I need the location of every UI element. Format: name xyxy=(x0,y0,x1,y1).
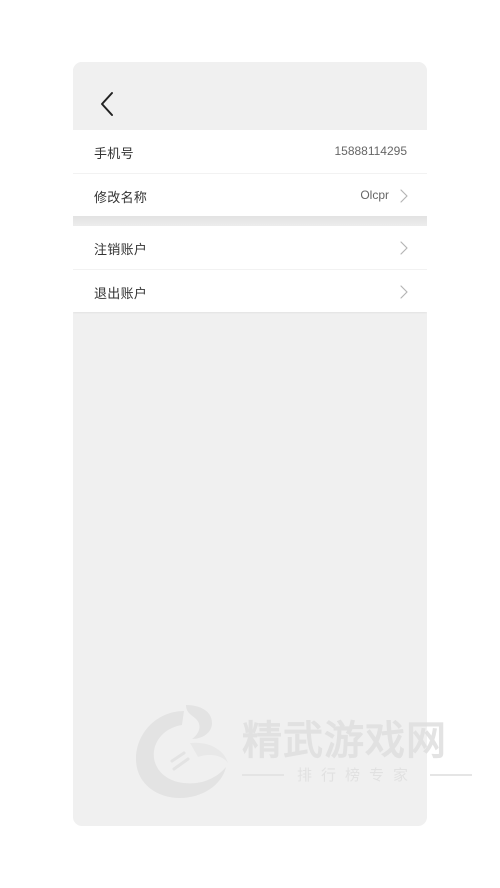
section-divider xyxy=(73,216,427,226)
watermark-logo-icon xyxy=(132,703,236,801)
cancel-account-label: 注销账户 xyxy=(94,243,148,258)
cancel-account-row[interactable]: 注销账户 xyxy=(73,226,427,269)
chevron-left-icon xyxy=(101,92,113,116)
watermark-subtitle-group: 排行榜专家 xyxy=(242,764,472,784)
edit-name-label: 修改名称 xyxy=(94,191,148,206)
top-bar xyxy=(73,62,427,130)
phone-row: 手机号 15888114295 xyxy=(73,130,427,173)
logout-row[interactable]: 退出账户 xyxy=(73,269,427,313)
phone-label: 手机号 xyxy=(94,147,134,162)
logout-label: 退出账户 xyxy=(94,287,148,302)
back-button[interactable] xyxy=(97,90,121,118)
watermark-line-left xyxy=(242,774,284,776)
site-watermark: 精武游戏网 排行榜专家 xyxy=(132,700,477,805)
chevron-right-icon xyxy=(400,241,408,255)
watermark-subtitle: 排行榜专家 xyxy=(296,766,417,784)
phone-value: 15888114295 xyxy=(334,144,407,158)
watermark-title: 精武游戏网 xyxy=(242,718,447,764)
chevron-right-icon xyxy=(400,285,408,299)
edit-name-row[interactable]: 修改名称 Olcpr xyxy=(73,173,427,217)
account-info-group: 手机号 15888114295 修改名称 Olcpr xyxy=(73,130,427,216)
name-value: Olcpr xyxy=(360,188,389,202)
chevron-right-icon xyxy=(400,189,408,203)
account-actions-group: 注销账户 退出账户 xyxy=(73,226,427,312)
watermark-line-right xyxy=(430,774,472,776)
